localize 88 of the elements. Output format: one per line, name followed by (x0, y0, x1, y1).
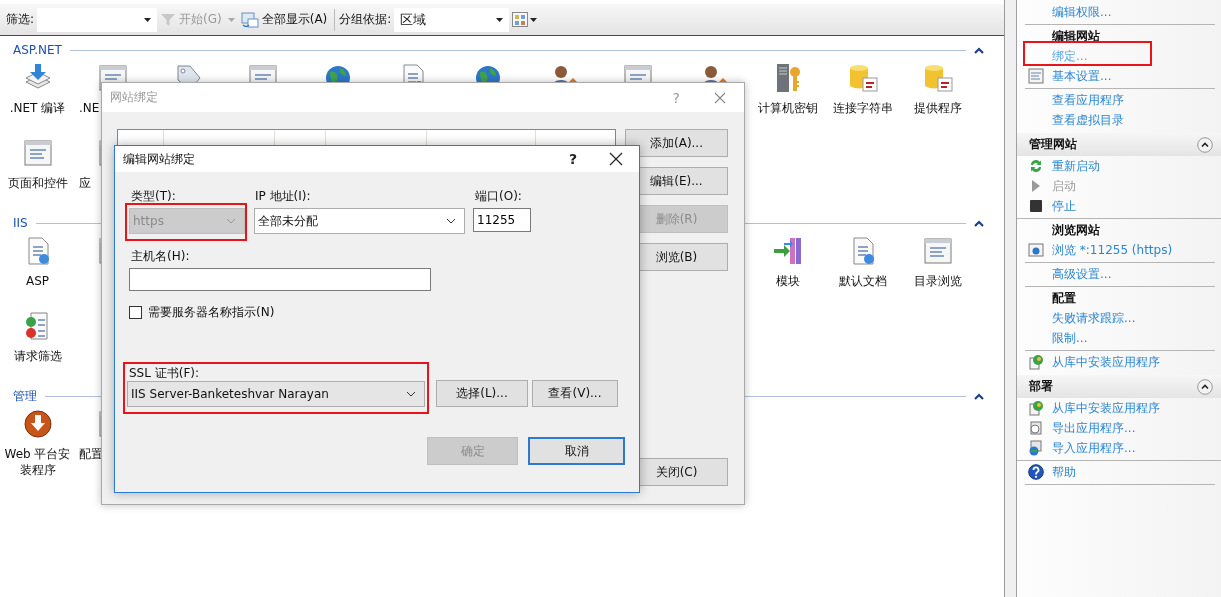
action-heading: 浏览网站 (1051, 222, 1101, 239)
download-icon[interactable] (21, 408, 54, 440)
field-label: 主机名(H): (131, 249, 191, 264)
action-heading: 配置 (1051, 290, 1077, 307)
field-label: 类型(T): (131, 189, 177, 204)
refresh-icon[interactable] (1028, 158, 1044, 174)
view-grid-icon[interactable] (512, 11, 539, 28)
field-label: SSL 证书(F): (129, 366, 200, 380)
chevron-down-icon (226, 218, 236, 224)
feature-label: ASP (24, 273, 51, 289)
action-link[interactable]: 重新启动 (1052, 157, 1100, 175)
action-heading: 编辑网站 (1051, 28, 1101, 45)
action-link[interactable]: 限制... (1052, 329, 1088, 347)
stop-icon[interactable] (1028, 198, 1044, 214)
section-title: 管理网站 (1029, 136, 1078, 153)
feature-label: Web 平台安装程序 (3, 446, 72, 478)
group-by-select[interactable]: 区域 (394, 7, 510, 32)
action-link[interactable]: 导入应用程序... (1052, 439, 1136, 457)
splitter-bar[interactable] (1005, 0, 1017, 597)
cancel-button[interactable]: 取消 (528, 437, 625, 465)
field-label: 端口(O): (475, 189, 523, 204)
browser-icon[interactable] (1028, 242, 1044, 258)
collapse-icon[interactable] (974, 46, 984, 54)
group-title: 管理 (13, 387, 37, 405)
field-label: IP 地址(I): (255, 189, 312, 204)
refresh-list-icon (240, 11, 259, 28)
feature-label: 目录浏览 (912, 273, 963, 289)
feature-label: 模块 (774, 273, 801, 289)
help-icon[interactable] (1028, 464, 1044, 480)
feature-label: 连接字符串 (831, 100, 894, 116)
import-icon[interactable] (1028, 440, 1044, 456)
group-by-label: 分组依据: (339, 11, 392, 28)
certificate-select[interactable]: IIS Server-Banketeshvar Narayan (127, 381, 425, 407)
group-title: ASP.NET (13, 43, 62, 57)
collapse-icon[interactable] (1197, 378, 1213, 395)
feature-label: 提供程序 (912, 100, 963, 116)
action-link[interactable]: 查看虚拟目录 (1052, 111, 1124, 129)
dialog-button[interactable]: 添加(A)... (625, 129, 728, 157)
action-link[interactable]: 浏览 *:11255 (https) (1052, 241, 1173, 259)
feature-label: 应 (79, 175, 92, 191)
package-icon[interactable] (1028, 354, 1044, 370)
feature-label: .NE (79, 100, 101, 116)
chevron-down-icon (406, 391, 416, 397)
action-link[interactable]: 失败请求跟踪... (1052, 309, 1136, 327)
feature-label: .NET 编译 (8, 100, 67, 116)
window-icon[interactable] (21, 137, 54, 169)
action-link[interactable]: 编辑权限... (1052, 3, 1112, 21)
action-link[interactable]: 高级设置... (1052, 265, 1112, 283)
checkbox-label: 需要服务器名称指示(N) (148, 304, 275, 321)
show-all-button[interactable]: 全部显示(A) (237, 11, 331, 28)
view-button[interactable]: 查看(V)... (532, 380, 618, 407)
action-link[interactable]: 帮助 (1052, 463, 1076, 481)
feature-label: 请求筛选 (12, 348, 63, 364)
package-icon[interactable] (1028, 400, 1044, 416)
feature-label: 计算机密钥 (756, 100, 819, 116)
action-link[interactable]: 从库中安装应用程序 (1052, 353, 1160, 371)
filter-label: 筛选: (6, 11, 35, 28)
dialog-title: 编辑网站绑定 (123, 150, 195, 168)
close-icon[interactable] (609, 152, 623, 166)
action-link[interactable]: 基本设置... (1052, 67, 1112, 85)
window-icon[interactable] (921, 235, 954, 267)
group-title: IIS (13, 216, 28, 230)
select-button[interactable]: 选择(L)... (436, 380, 528, 407)
export-icon[interactable] (1028, 420, 1044, 436)
feature-label: 页面和控件 (6, 175, 69, 191)
ip-address-select[interactable]: 全部未分配 (254, 208, 465, 234)
section-title: 部署 (1029, 378, 1054, 395)
action-link[interactable]: 停止 (1052, 197, 1076, 215)
collapse-icon[interactable] (974, 392, 984, 400)
caret-icon (144, 17, 152, 22)
checkbox[interactable] (129, 306, 142, 319)
action-link[interactable]: 绑定... (1052, 47, 1088, 65)
arrows-icon[interactable] (771, 235, 804, 267)
action-link[interactable]: 查看应用程序 (1052, 91, 1124, 109)
caret-icon (227, 17, 235, 22)
funnel-icon (160, 11, 177, 28)
chevron-down-icon (446, 218, 456, 224)
collapse-icon[interactable] (974, 219, 984, 227)
help-button[interactable]: ? (568, 151, 577, 167)
action-link[interactable]: 从库中安装应用程序 (1052, 399, 1160, 417)
feature-label: 默认文档 (837, 273, 888, 289)
filter-field[interactable] (37, 7, 158, 32)
collapse-icon[interactable] (1197, 136, 1213, 153)
dialog-title: 网站绑定 (110, 89, 158, 106)
caret-icon (496, 17, 504, 22)
port-field[interactable]: 11255 (473, 208, 531, 232)
host-name-field[interactable] (129, 268, 431, 291)
action-link[interactable]: 导出应用程序... (1052, 419, 1136, 437)
